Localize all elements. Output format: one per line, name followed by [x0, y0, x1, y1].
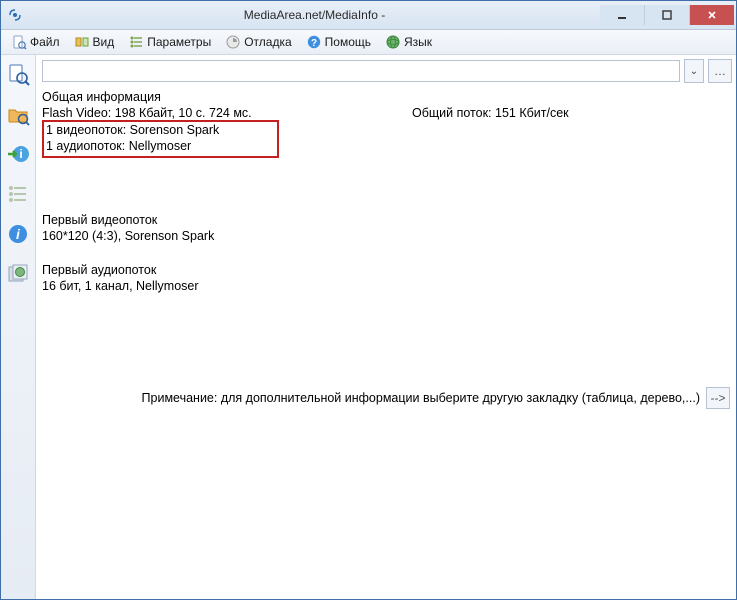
help-icon: ? — [306, 34, 322, 50]
general-format-line: Flash Video: 198 Кбайт, 10 с. 724 мс. — [42, 105, 412, 121]
browse-button[interactable]: … — [708, 59, 732, 83]
svg-text:?: ? — [311, 38, 317, 49]
tool-export[interactable]: i — [5, 141, 31, 167]
app-icon — [7, 7, 23, 23]
menu-debug-label: Отладка — [244, 35, 291, 49]
menu-language-label: Язык — [404, 35, 432, 49]
side-toolbar: i i — [1, 55, 36, 599]
menu-view[interactable]: Вид — [68, 32, 121, 52]
menu-bar: Файл Вид Параметры Отладка ? Помощь — [1, 30, 736, 55]
highlight-box: 1 видеопоток: Sorenson Spark 1 аудиопото… — [42, 120, 279, 158]
audio-detail-line: 16 бит, 1 канал, Nellymoser — [42, 278, 728, 294]
params-icon — [128, 34, 144, 50]
section-general: Общая информация Flash Video: 198 Кбайт,… — [38, 89, 728, 158]
file-icon — [11, 34, 27, 50]
tool-options[interactable] — [5, 181, 31, 207]
path-input[interactable] — [42, 60, 680, 82]
window-controls — [600, 5, 734, 25]
general-audio-stream-line: 1 аудиопоток: Nellymoser — [46, 138, 219, 154]
hint-text: Примечание: для дополнительной информаци… — [142, 391, 700, 405]
video-detail-line: 160*120 (4:3), Sorenson Spark — [42, 228, 728, 244]
globe-icon — [385, 34, 401, 50]
minimize-button[interactable] — [600, 5, 644, 25]
close-button[interactable] — [690, 5, 734, 25]
title-bar: MediaArea.net/MediaInfo - — [1, 1, 736, 30]
client-area: i i ⌄ … Общая информация — [1, 55, 736, 599]
tool-website[interactable] — [5, 261, 31, 287]
menu-file[interactable]: Файл — [5, 32, 66, 52]
svg-text:i: i — [19, 147, 22, 161]
menu-file-label: Файл — [30, 35, 60, 49]
menu-help-label: Помощь — [325, 35, 371, 49]
menu-view-label: Вид — [93, 35, 115, 49]
app-window: MediaArea.net/MediaInfo - Файл Вид — [0, 0, 737, 600]
menu-language[interactable]: Язык — [379, 32, 438, 52]
audio-header: Первый аудиопоток — [42, 262, 728, 278]
menu-help[interactable]: ? Помощь — [300, 32, 377, 52]
tool-open-file[interactable] — [5, 61, 31, 87]
menu-params[interactable]: Параметры — [122, 32, 217, 52]
hint-go-button[interactable]: --> — [706, 387, 730, 409]
menu-debug[interactable]: Отладка — [219, 32, 297, 52]
section-video: Первый видеопоток 160*120 (4:3), Sorenso… — [38, 212, 728, 244]
general-bitrate-line: Общий поток: 151 Кбит/сек — [412, 105, 569, 121]
maximize-button[interactable] — [644, 5, 690, 25]
main-panel: ⌄ … Общая информация Flash Video: 198 Кб… — [36, 55, 736, 599]
path-row: ⌄ … — [36, 55, 736, 87]
window-title: MediaArea.net/MediaInfo - — [29, 8, 600, 22]
info-content: Общая информация Flash Video: 198 Кбайт,… — [36, 87, 736, 599]
path-dropdown-button[interactable]: ⌄ — [684, 59, 704, 83]
tool-open-folder[interactable] — [5, 101, 31, 127]
general-video-stream-line: 1 видеопоток: Sorenson Spark — [46, 122, 219, 138]
video-header: Первый видеопоток — [42, 212, 728, 228]
view-icon — [74, 34, 90, 50]
section-audio: Первый аудиопоток 16 бит, 1 канал, Nelly… — [38, 262, 728, 294]
general-header: Общая информация — [42, 89, 728, 105]
tool-about[interactable]: i — [5, 221, 31, 247]
menu-params-label: Параметры — [147, 35, 211, 49]
hint-row: Примечание: для дополнительной информаци… — [142, 387, 730, 409]
debug-icon — [225, 34, 241, 50]
